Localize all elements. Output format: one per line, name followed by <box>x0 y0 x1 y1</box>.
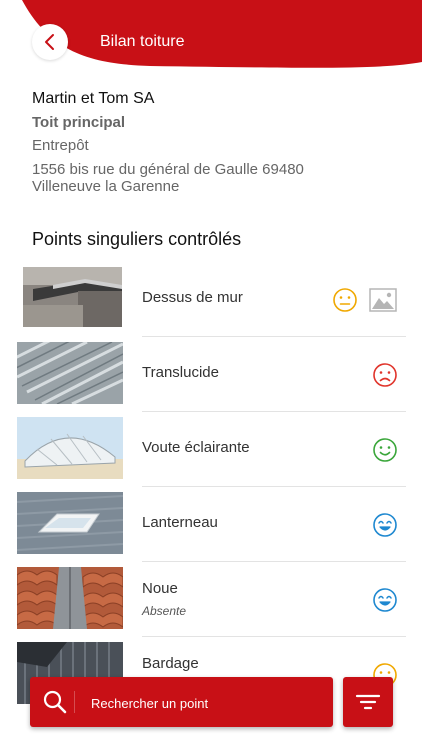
photo-icon[interactable] <box>369 288 397 312</box>
list-item[interactable]: Dessus de mur <box>0 262 422 337</box>
section-title: Points singuliers contrôlés <box>32 229 242 249</box>
filter-button[interactable] <box>343 677 393 727</box>
point-thumbnail-translucent <box>17 342 123 404</box>
point-label: Dessus de mur <box>142 289 243 306</box>
search-divider <box>74 691 75 713</box>
site-address: 1556 bis rue du général de Gaulle 69480 … <box>32 161 412 195</box>
point-label: Bardage <box>142 655 199 672</box>
address-line-1: 1556 bis rue du général de Gaulle 69480 <box>32 161 304 178</box>
neutral-face-icon <box>333 288 357 312</box>
list-item[interactable]: Voute éclairante <box>0 412 422 487</box>
site-info: Martin et Tom SA Toit principal Entrepôt… <box>32 90 412 195</box>
point-thumbnail-wall-top <box>23 267 122 327</box>
very-happy-face-icon <box>373 513 397 537</box>
list-item[interactable]: Noue Absente <box>0 562 422 637</box>
search-input[interactable]: Rechercher un point <box>30 677 333 727</box>
page-title: Bilan toiture <box>100 33 185 50</box>
point-thumbnail-valley <box>17 567 123 629</box>
points-list: Dessus de mur Translucide Voute éclairan… <box>0 262 422 712</box>
point-label: Translucide <box>142 364 219 381</box>
back-button[interactable] <box>32 24 68 60</box>
happy-face-icon <box>373 438 397 462</box>
roof-name: Toit principal <box>32 114 126 131</box>
point-label: Noue <box>142 580 178 597</box>
filter-icon <box>355 694 381 710</box>
app-header: Bilan toiture <box>0 0 422 82</box>
point-label: Voute éclairante <box>142 439 250 456</box>
very-happy-face-icon <box>373 588 397 612</box>
building-type: Entrepôt <box>32 137 89 154</box>
address-line-2: Villeneuve la Garenne <box>32 178 180 195</box>
chevron-left-icon <box>45 34 54 50</box>
company-name: Martin et Tom SA <box>32 90 155 107</box>
point-label: Lanterneau <box>142 514 218 531</box>
point-thumbnail-roof-lantern <box>17 492 123 554</box>
point-sublabel: Absente <box>142 604 187 618</box>
list-item[interactable]: Translucide <box>0 337 422 412</box>
sad-face-icon <box>373 363 397 387</box>
list-item[interactable]: Lanterneau <box>0 487 422 562</box>
search-placeholder: Rechercher un point <box>91 696 209 711</box>
point-thumbnail-skylight-vault <box>17 417 123 479</box>
search-icon <box>43 690 67 714</box>
